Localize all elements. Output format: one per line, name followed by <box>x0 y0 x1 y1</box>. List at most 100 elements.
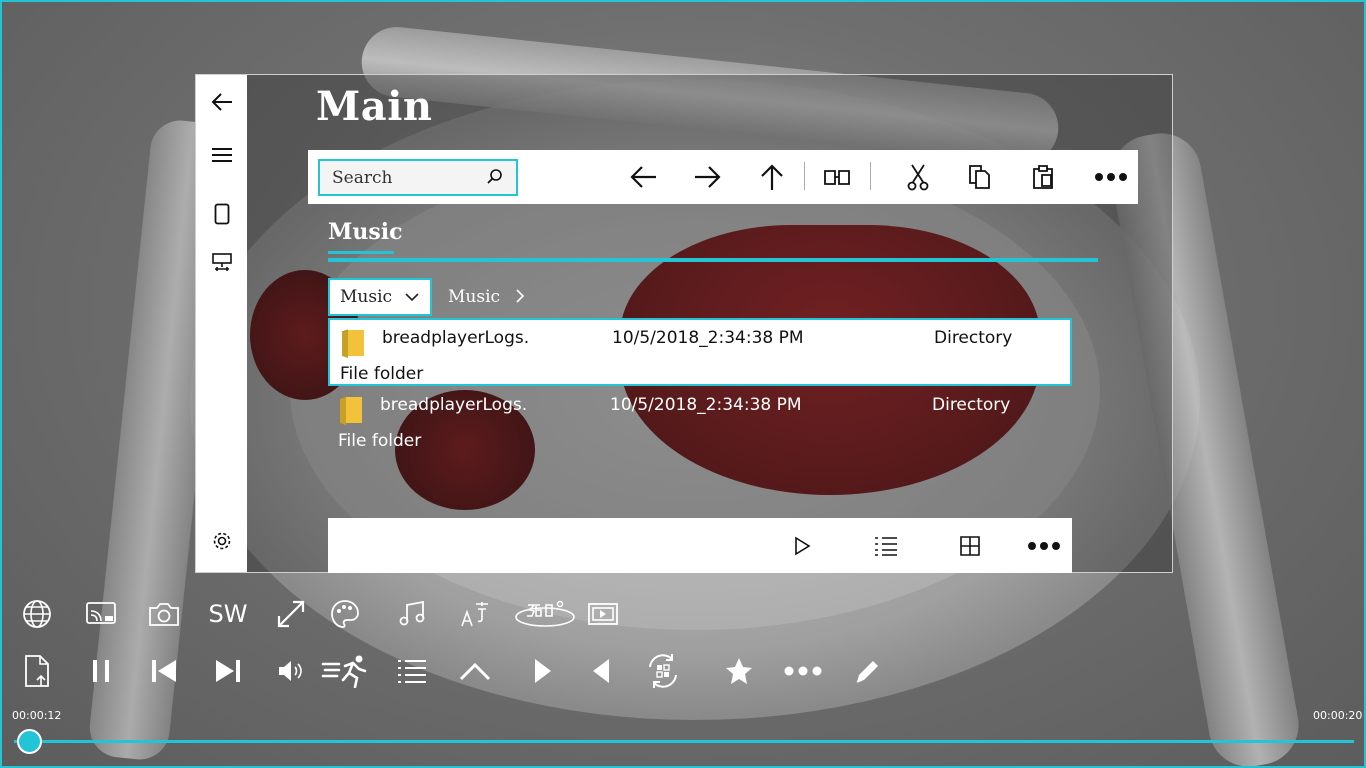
theme-button[interactable] <box>322 593 368 635</box>
list-view-button[interactable] <box>866 528 906 564</box>
cut-button[interactable] <box>898 158 938 196</box>
pause-button[interactable] <box>78 650 124 692</box>
previous-button[interactable] <box>141 650 187 692</box>
chevron-up-icon <box>459 662 491 681</box>
grid-icon <box>960 536 980 556</box>
tablet-button[interactable] <box>196 192 247 236</box>
copy-button[interactable] <box>960 158 1000 196</box>
copy-icon <box>969 165 990 189</box>
more-options-button[interactable] <box>1091 158 1131 196</box>
location-dropdown[interactable]: Music <box>328 278 432 316</box>
up-nav-button[interactable] <box>752 158 792 196</box>
music-button[interactable] <box>389 593 435 635</box>
toolbar <box>308 150 1138 204</box>
playback-speed-button[interactable] <box>320 650 372 692</box>
file-date: 10/5/2018_2:34:38 PM <box>612 328 804 348</box>
more-player-options-button[interactable] <box>780 650 826 692</box>
file-browser-window: Main Search Music Music Music breadplaye… <box>195 74 1173 573</box>
tab-divider <box>328 258 1098 262</box>
screenshot-button[interactable] <box>141 593 187 635</box>
file-date: 10/5/2018_2:34:38 PM <box>610 395 802 415</box>
seek-bar[interactable] <box>14 740 1354 743</box>
total-time: 00:00:20 <box>1313 709 1363 722</box>
page-title: Main <box>316 83 433 130</box>
toolbar-separator <box>870 162 871 190</box>
forward-nav-button[interactable] <box>688 158 728 196</box>
play-outline-icon <box>795 536 811 556</box>
video-frame-icon <box>588 603 618 625</box>
expand-up-button[interactable] <box>452 650 498 692</box>
file-list-item[interactable]: breadplayerLogs. 10/5/2018_2:34:38 PM Di… <box>328 318 1072 386</box>
cast-button[interactable] <box>78 593 124 635</box>
volume-button[interactable] <box>268 650 314 692</box>
file-subtitle: File folder <box>340 364 424 384</box>
fullscreen-button[interactable] <box>268 593 314 635</box>
step-forward-button[interactable] <box>520 650 566 692</box>
running-man-icon <box>321 655 367 688</box>
paste-button[interactable] <box>1023 158 1063 196</box>
language-icon <box>461 602 488 627</box>
open-file-button[interactable] <box>14 650 60 692</box>
file-upload-icon <box>25 655 49 687</box>
back-nav-button[interactable] <box>623 158 663 196</box>
pencil-icon <box>856 661 878 683</box>
star-icon <box>726 658 752 684</box>
picture-in-picture-button[interactable] <box>580 593 626 635</box>
open-book-button[interactable] <box>817 158 857 196</box>
sw-label: SW <box>208 600 248 628</box>
network-icon <box>211 253 232 271</box>
more-icon <box>784 666 822 676</box>
search-box[interactable] <box>318 159 518 196</box>
skip-next-icon <box>216 660 240 682</box>
step-backward-button[interactable] <box>578 650 624 692</box>
globe-button[interactable] <box>14 593 60 635</box>
hamburger-icon <box>211 148 232 162</box>
elapsed-time: 00:00:12 <box>12 709 62 722</box>
music-note-icon <box>399 601 425 626</box>
file-subtitle: File folder <box>338 431 422 451</box>
edit-button[interactable] <box>845 650 891 692</box>
pause-icon <box>93 660 109 682</box>
book-icon <box>824 170 850 185</box>
subtitles-button[interactable] <box>452 593 498 635</box>
arrow-left-icon <box>630 166 656 188</box>
file-list-item[interactable]: breadplayerLogs. 10/5/2018_2:34:38 PM Di… <box>328 387 1072 455</box>
seek-thumb[interactable] <box>17 729 42 754</box>
location-dropdown-value: Music <box>340 287 393 307</box>
favorite-button[interactable] <box>716 650 762 692</box>
software-decoding-button[interactable]: SW <box>205 593 251 635</box>
next-button[interactable] <box>205 650 251 692</box>
more-options-button[interactable] <box>1024 528 1064 564</box>
palette-icon <box>331 600 359 628</box>
cast-icon <box>86 602 116 624</box>
playlist-button[interactable] <box>389 650 435 692</box>
network-button[interactable] <box>196 240 247 284</box>
arrow-up-icon <box>761 164 783 190</box>
menu-button[interactable] <box>196 133 247 177</box>
grid-view-button[interactable] <box>950 528 990 564</box>
360-view-button[interactable] <box>514 593 576 635</box>
search-icon[interactable] <box>486 168 504 186</box>
settings-button[interactable] <box>196 519 247 563</box>
chevron-right-icon <box>514 288 526 304</box>
triangle-left-icon <box>593 659 609 683</box>
play-button[interactable] <box>782 528 822 564</box>
search-input[interactable] <box>332 167 482 188</box>
more-icon <box>1095 173 1127 181</box>
tablet-icon <box>214 203 229 225</box>
arrow-left-icon <box>211 93 232 111</box>
list-icon <box>398 660 426 683</box>
toolbar-separator <box>804 162 805 190</box>
clipboard-icon <box>1033 165 1053 189</box>
tab-active-indicator <box>328 251 394 254</box>
back-button[interactable] <box>196 80 247 124</box>
tab-music[interactable]: Music <box>328 219 403 245</box>
more-icon <box>1028 542 1060 550</box>
breadcrumb-current[interactable]: Music <box>448 287 500 307</box>
list-icon <box>875 537 897 556</box>
repeat-button[interactable] <box>640 650 686 692</box>
camera-icon <box>149 603 179 626</box>
repeat-icon <box>649 654 677 688</box>
folder-icon <box>340 328 366 360</box>
skip-previous-icon <box>152 660 176 682</box>
